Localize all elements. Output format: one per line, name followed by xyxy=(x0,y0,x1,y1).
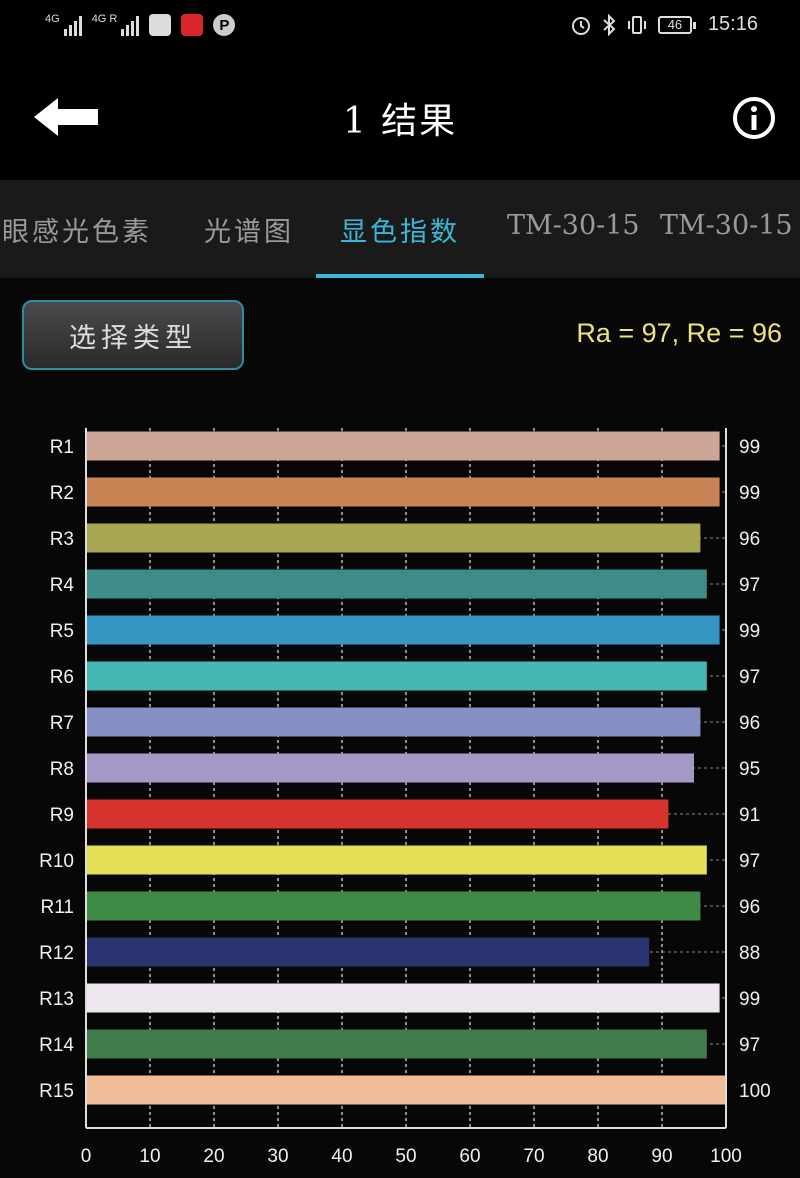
bar-r14 xyxy=(86,1029,707,1059)
x-tick-label: 60 xyxy=(459,1146,480,1167)
signal-icon: 4G xyxy=(45,14,82,36)
value-label: 97 xyxy=(739,667,760,688)
value-label: 100 xyxy=(739,1081,771,1102)
x-tick-label: 0 xyxy=(81,1146,92,1167)
page-title: 1 结果 xyxy=(342,101,458,142)
value-label: 97 xyxy=(739,575,760,596)
tab-eye-photopigments[interactable]: 眼感光色素 xyxy=(2,210,152,249)
status-bar: 4G 4G R P 46 15:16 xyxy=(0,0,800,56)
bar-r15 xyxy=(86,1075,726,1105)
x-tick-label: 90 xyxy=(651,1146,672,1167)
bar-r9 xyxy=(86,799,669,829)
value-label: 91 xyxy=(739,805,760,826)
roaming-signal-icon: 4G R xyxy=(92,14,140,36)
bar-r7 xyxy=(86,707,701,737)
bar-r11 xyxy=(86,891,701,921)
x-tick-label: 50 xyxy=(395,1146,416,1167)
tab-tm-30-15-rf[interactable]: TM-30-15 Rf xyxy=(660,210,800,241)
info-icon xyxy=(733,97,775,139)
category-label: R9 xyxy=(50,805,74,826)
content-area: R1 99 R2 99 R3 96 R4 97 R5 99 R6 97 R7 96 R8 95 R9 91 R10 9… xyxy=(0,278,800,1178)
category-label: R10 xyxy=(39,851,74,872)
bar-r1 xyxy=(86,431,720,461)
bar-r4 xyxy=(86,569,707,599)
value-label: 97 xyxy=(739,1035,760,1056)
bar-r2 xyxy=(86,477,720,507)
app-notification-icon xyxy=(149,14,172,36)
vibrate-icon xyxy=(627,15,646,34)
bar-r6 xyxy=(86,661,707,691)
category-label: R13 xyxy=(39,989,74,1010)
alarm-icon xyxy=(571,16,590,35)
value-label: 96 xyxy=(739,897,760,918)
x-tick-label: 70 xyxy=(523,1146,544,1167)
signal-label: 4G xyxy=(45,13,60,25)
category-label: R2 xyxy=(50,483,74,504)
category-label: R8 xyxy=(50,759,74,780)
x-tick-label: 20 xyxy=(203,1146,224,1167)
bar-r12 xyxy=(86,937,650,967)
value-label: 99 xyxy=(739,621,760,642)
bar-r10 xyxy=(86,845,707,875)
category-label: R1 xyxy=(50,437,74,458)
bluetooth-icon xyxy=(603,13,616,36)
category-label: R4 xyxy=(50,575,75,596)
status-left: 4G 4G R P xyxy=(45,14,236,36)
bar-r5 xyxy=(86,615,720,645)
bar-r3 xyxy=(86,523,701,553)
battery-icon: 46 xyxy=(657,15,696,34)
battery-level: 46 xyxy=(667,17,683,32)
roaming-signal-label: 4G R xyxy=(91,13,118,25)
clock: 15:16 xyxy=(707,13,758,35)
tab-color-rendering-index[interactable]: 显色指数 xyxy=(340,210,460,249)
x-tick-label: 100 xyxy=(710,1146,742,1167)
x-tick-label: 30 xyxy=(267,1146,288,1167)
info-button[interactable] xyxy=(732,96,776,140)
value-label: 99 xyxy=(739,437,760,458)
x-tick-label: 80 xyxy=(587,1146,608,1167)
status-right: 46 15:16 xyxy=(570,13,758,36)
app-header: 1 结果 xyxy=(0,56,800,180)
value-label: 97 xyxy=(739,851,760,872)
select-type-button[interactable]: 选择类型 xyxy=(22,300,244,370)
category-label: R6 xyxy=(50,667,74,688)
value-label: 96 xyxy=(739,529,760,550)
x-tick-label: 40 xyxy=(331,1146,352,1167)
ra-re-summary: Ra = 97, Re = 96 xyxy=(576,318,782,348)
bar-r8 xyxy=(86,753,694,783)
tab-bar: 眼感光色素 光谱图 显色指数 TM-30-15 TM-30-15 Rf xyxy=(0,180,800,278)
value-label: 99 xyxy=(739,989,760,1010)
cri-bar-chart: R1 99 R2 99 R3 96 R4 97 R5 99 R6 97 R7 96 R8 95 R9 91 R10 9… xyxy=(39,428,771,1167)
category-label: R15 xyxy=(39,1081,74,1102)
value-label: 96 xyxy=(739,713,760,734)
category-label: R7 xyxy=(50,713,74,734)
parking-icon: P xyxy=(213,14,236,36)
category-label: R12 xyxy=(39,943,74,964)
value-label: 95 xyxy=(739,759,760,780)
category-label: R3 xyxy=(50,529,74,550)
value-label: 99 xyxy=(739,483,760,504)
category-label: R5 xyxy=(50,621,74,642)
x-tick-label: 10 xyxy=(139,1146,160,1167)
tab-spectrum[interactable]: 光谱图 xyxy=(204,210,294,249)
huawei-icon xyxy=(181,14,204,36)
bar-r13 xyxy=(86,983,720,1013)
category-label: R14 xyxy=(39,1035,74,1056)
tab-tm-30-15[interactable]: TM-30-15 xyxy=(507,210,640,241)
category-label: R11 xyxy=(41,897,74,918)
value-label: 88 xyxy=(739,943,760,964)
